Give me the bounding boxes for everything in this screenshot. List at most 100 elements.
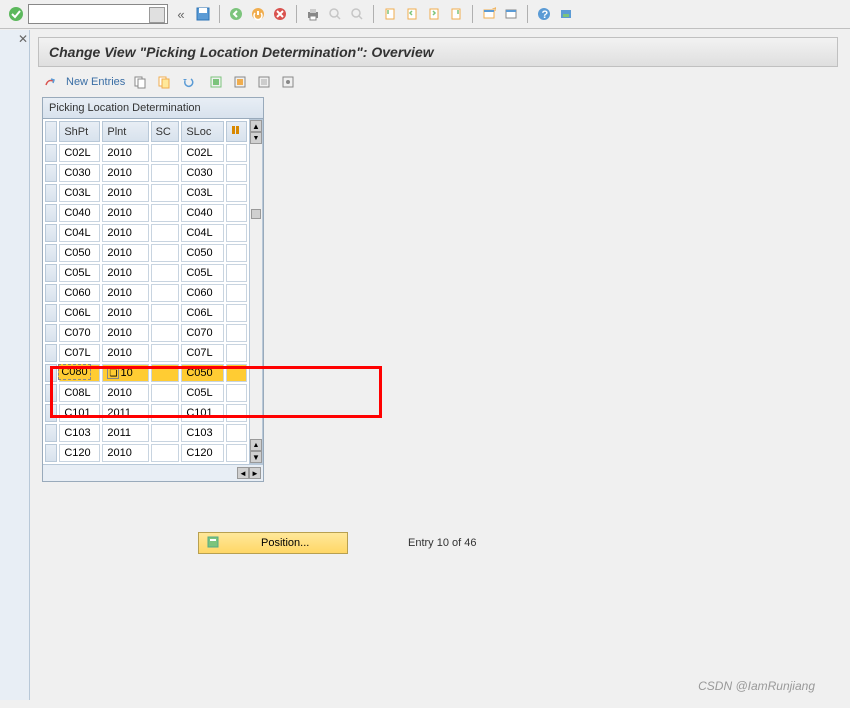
save-icon[interactable] — [194, 5, 212, 23]
cell-plnt[interactable]: 2010 — [102, 264, 148, 282]
cell-shpt[interactable]: C03L — [59, 184, 100, 202]
select-all-header[interactable] — [45, 121, 57, 142]
row-selector[interactable] — [45, 184, 57, 202]
table-row[interactable]: C02L2010C02L — [45, 144, 247, 162]
ok-icon[interactable] — [8, 6, 24, 22]
row-selector[interactable] — [45, 304, 57, 322]
table-row[interactable]: C06L2010C06L — [45, 304, 247, 322]
cell-sloc[interactable]: C05L — [181, 384, 224, 402]
command-field[interactable] — [28, 4, 168, 24]
cell-shpt[interactable]: C050 — [59, 244, 100, 262]
table-row[interactable]: C07L2010C07L — [45, 344, 247, 362]
back-nav-icon[interactable] — [227, 5, 245, 23]
cell-sc[interactable] — [151, 404, 180, 422]
undo-icon[interactable] — [179, 73, 197, 91]
cell-sc[interactable] — [151, 164, 180, 182]
scroll-up2-icon[interactable]: ▼ — [250, 132, 262, 144]
copy-as-icon[interactable] — [155, 73, 173, 91]
cell-sc[interactable] — [151, 244, 180, 262]
cell-plnt[interactable]: 2010 — [102, 344, 148, 362]
col-sloc[interactable]: SLoc — [181, 121, 224, 142]
cell-sc[interactable] — [151, 264, 180, 282]
cell-plnt[interactable]: 2010 — [102, 384, 148, 402]
config-icon[interactable] — [279, 73, 297, 91]
cell-sloc[interactable]: C040 — [181, 204, 224, 222]
close-icon[interactable]: ✕ — [18, 32, 28, 46]
cell-sc[interactable] — [151, 384, 180, 402]
table-row[interactable]: C1032011C103 — [45, 424, 247, 442]
cell-sc[interactable] — [151, 284, 180, 302]
cell-sc[interactable] — [151, 444, 180, 462]
select-block-icon[interactable] — [255, 73, 273, 91]
cell-plnt[interactable]: 2010 — [102, 204, 148, 222]
scroll-right-icon[interactable]: ► — [249, 467, 261, 479]
deselect-all-icon[interactable] — [231, 73, 249, 91]
cell-shpt[interactable]: C070 — [59, 324, 100, 342]
cell-sloc[interactable]: C101 — [181, 404, 224, 422]
first-page-icon[interactable] — [381, 5, 399, 23]
row-selector[interactable] — [45, 404, 57, 422]
row-selector[interactable] — [45, 344, 57, 362]
cell-plnt[interactable]: 2010 — [102, 244, 148, 262]
scroll-down-icon[interactable]: ▼ — [250, 451, 262, 463]
cancel-icon[interactable] — [271, 5, 289, 23]
cell-plnt[interactable]: 2010 — [102, 444, 148, 462]
table-row[interactable]: C0402010C040 — [45, 204, 247, 222]
print-icon[interactable] — [304, 5, 322, 23]
table-row[interactable]: C0702010C070 — [45, 324, 247, 342]
row-selector[interactable] — [45, 444, 57, 462]
cell-sc[interactable] — [151, 344, 180, 362]
cell-shpt[interactable]: C06L — [59, 304, 100, 322]
scroll-track[interactable] — [250, 144, 262, 439]
cell-sloc[interactable]: C05L — [181, 264, 224, 282]
col-shpt[interactable]: ShPt — [59, 121, 100, 142]
row-selector[interactable] — [45, 284, 57, 302]
cell-shpt[interactable]: C08L — [59, 384, 100, 402]
cell-plnt[interactable]: 2010 — [102, 224, 148, 242]
select-all-icon[interactable] — [207, 73, 225, 91]
cell-sloc[interactable]: C050 — [181, 364, 224, 382]
cell-shpt[interactable]: C07L — [59, 344, 100, 362]
column-config-icon[interactable] — [226, 121, 247, 142]
table-row[interactable]: C0602010C060 — [45, 284, 247, 302]
cell-shpt[interactable]: C101 — [59, 404, 100, 422]
cell-sloc[interactable]: C06L — [181, 304, 224, 322]
cell-sloc[interactable]: C070 — [181, 324, 224, 342]
cell-sc[interactable] — [151, 304, 180, 322]
cell-sc[interactable] — [151, 324, 180, 342]
customize-icon[interactable] — [557, 5, 575, 23]
cell-shpt[interactable]: C030 — [59, 164, 100, 182]
exit-icon[interactable] — [249, 5, 267, 23]
cell-sloc[interactable]: C030 — [181, 164, 224, 182]
vertical-scrollbar[interactable]: ▲ ▼ ▲ ▼ — [249, 119, 263, 464]
table-row[interactable]: C1202010C120 — [45, 444, 247, 462]
cell-sloc[interactable]: C050 — [181, 244, 224, 262]
position-button[interactable]: Position... — [198, 532, 348, 554]
table-row[interactable]: C0302010C030 — [45, 164, 247, 182]
cell-sloc[interactable]: C07L — [181, 344, 224, 362]
back-icon[interactable]: « — [172, 5, 190, 23]
cell-plnt[interactable]: 2011 — [102, 424, 148, 442]
cell-shpt[interactable]: C040 — [59, 204, 100, 222]
cell-plnt[interactable]: ❏10 — [102, 364, 148, 382]
scroll-up-icon[interactable]: ▲ — [250, 120, 262, 132]
cell-sloc[interactable]: C120 — [181, 444, 224, 462]
cell-shpt[interactable]: C04L — [59, 224, 100, 242]
table-row[interactable]: C03L2010C03L — [45, 184, 247, 202]
row-selector[interactable] — [45, 144, 57, 162]
cell-plnt[interactable]: 2010 — [102, 184, 148, 202]
col-sc[interactable]: SC — [151, 121, 180, 142]
table-row[interactable]: C1012011C101 — [45, 404, 247, 422]
cell-sc[interactable] — [151, 364, 180, 382]
scroll-down2-icon[interactable]: ▲ — [250, 439, 262, 451]
row-selector[interactable] — [45, 324, 57, 342]
cell-sloc[interactable]: C103 — [181, 424, 224, 442]
cell-sc[interactable] — [151, 424, 180, 442]
cell-plnt[interactable]: 2010 — [102, 144, 148, 162]
cell-shpt[interactable]: C120 — [59, 444, 100, 462]
cell-plnt[interactable]: 2010 — [102, 284, 148, 302]
cell-shpt[interactable]: C080 — [59, 364, 100, 382]
table-row[interactable]: C080❏10 C050 — [45, 364, 247, 382]
cell-shpt[interactable]: C02L — [59, 144, 100, 162]
cell-sc[interactable] — [151, 204, 180, 222]
